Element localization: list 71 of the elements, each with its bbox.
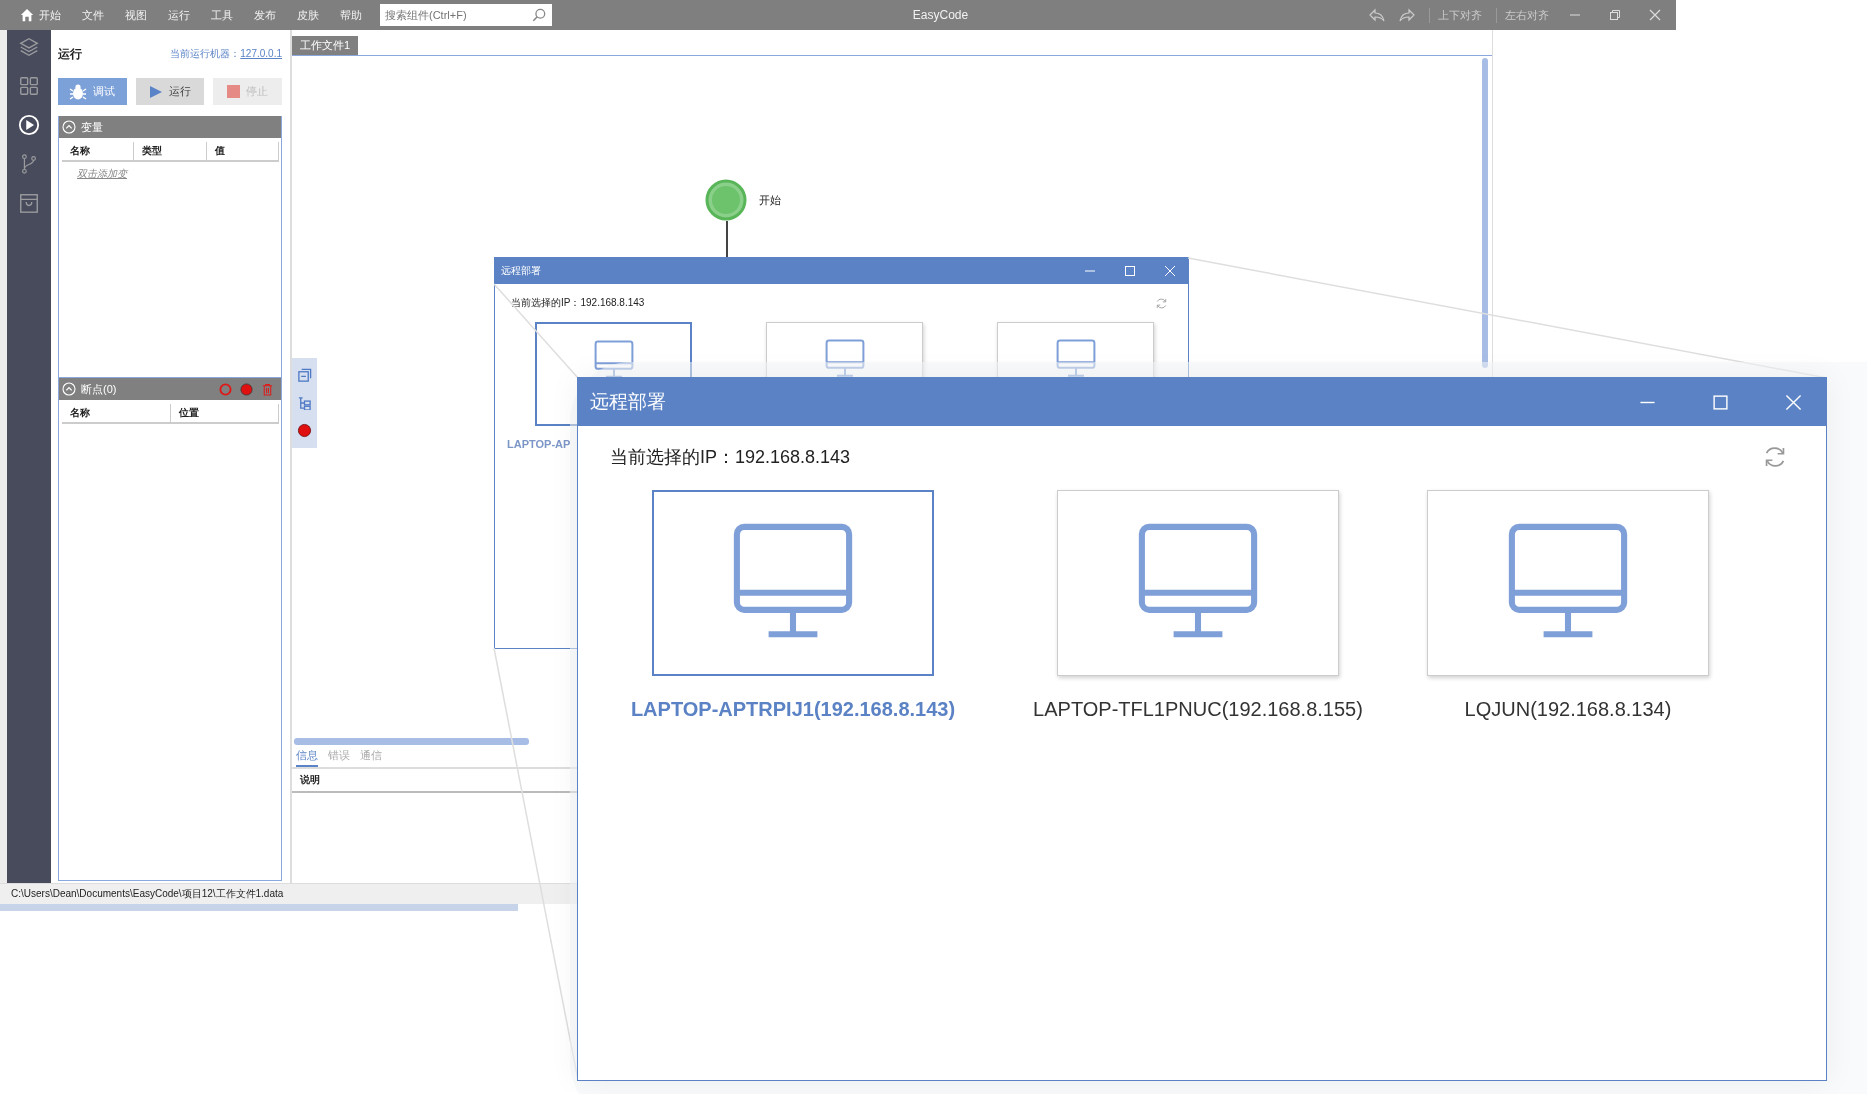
- stop-icon: [227, 85, 241, 98]
- play-icon[interactable]: [18, 114, 40, 136]
- dialog-title: 远程部署: [590, 390, 666, 414]
- refresh-icon[interactable]: [1155, 296, 1168, 310]
- device-name: LAPTOP-AP: [507, 438, 571, 450]
- column-header: 位置: [170, 404, 279, 422]
- column-header: 名称: [62, 404, 171, 422]
- collapse-icon[interactable]: [62, 382, 76, 396]
- menu-item[interactable]: 开始: [20, 7, 61, 23]
- menu-item[interactable]: 帮助: [340, 7, 362, 23]
- layers-icon[interactable]: [18, 36, 40, 58]
- start-node[interactable]: [705, 179, 747, 221]
- device-card[interactable]: [1057, 490, 1339, 676]
- section-title: 变量: [81, 119, 104, 135]
- machine-link[interactable]: 127.0.0.1: [240, 48, 282, 59]
- connector-line: [726, 221, 728, 257]
- output-tab[interactable]: 信息: [296, 748, 318, 767]
- menu-item[interactable]: 皮肤: [297, 7, 319, 23]
- selected-ip-label: 当前选择的IP：192.168.8.143: [511, 296, 645, 310]
- column-header: 名称: [62, 142, 135, 160]
- run-button[interactable]: 运行: [135, 78, 205, 105]
- selected-ip-label: 当前选择的IP：192.168.8.143: [610, 446, 851, 469]
- redo-icon[interactable]: [1399, 7, 1415, 23]
- scrollbar[interactable]: [0, 904, 518, 911]
- menu-item[interactable]: 发布: [254, 7, 276, 23]
- output-tab[interactable]: 错误: [328, 748, 350, 767]
- home-icon: [20, 8, 34, 22]
- monitor-icon: [1055, 339, 1096, 379]
- menu-item[interactable]: 文件: [82, 7, 104, 23]
- add-variable-hint[interactable]: 双击添加变: [59, 162, 281, 181]
- restore-icon[interactable]: [1609, 9, 1621, 21]
- column-header: 类型: [134, 142, 207, 160]
- menu-item[interactable]: 工具: [211, 7, 233, 23]
- monitor-icon: [824, 339, 865, 379]
- device-name: LAPTOP-APTRPIJ1(192.168.8.143): [630, 698, 956, 721]
- window-icon[interactable]: [297, 368, 312, 384]
- dialog-title: 远程部署: [501, 264, 541, 278]
- device-name: LAPTOP-TFL1PNUC(192.168.8.155): [1033, 698, 1363, 721]
- tree-icon[interactable]: [297, 395, 312, 411]
- window-title: EasyCode: [911, 8, 970, 22]
- toolbar-button[interactable]: 左右对齐: [1496, 7, 1549, 23]
- output-tab[interactable]: 通信: [360, 748, 382, 767]
- debug-button[interactable]: 调试: [58, 78, 127, 105]
- play-icon: [149, 84, 163, 99]
- bag-icon[interactable]: [18, 192, 40, 214]
- search-field[interactable]: 搜索组件(Ctrl+F): [380, 4, 552, 26]
- undo-icon[interactable]: [1369, 7, 1385, 23]
- section-title: 断点(0): [81, 381, 118, 397]
- search-icon: [532, 8, 546, 22]
- node-label: 开始: [759, 192, 781, 208]
- device-card[interactable]: [652, 490, 934, 676]
- monitor-icon: [593, 340, 634, 380]
- scrollbar[interactable]: [294, 738, 529, 745]
- maximize-icon[interactable]: [1124, 265, 1136, 277]
- bug-icon: [69, 82, 88, 101]
- machine-label: 当前运行机器：: [170, 48, 241, 59]
- close-icon[interactable]: [1649, 9, 1661, 21]
- maximize-icon[interactable]: [1712, 393, 1729, 411]
- menu-item[interactable]: 视图: [125, 7, 147, 23]
- editor-tab[interactable]: 工作文件1: [292, 36, 359, 55]
- column-header: 值: [206, 142, 279, 160]
- toolbar-button[interactable]: 上下对齐: [1429, 7, 1482, 23]
- device-card[interactable]: [1427, 490, 1709, 676]
- column-header: 说明: [299, 773, 320, 787]
- menu-item[interactable]: 运行: [168, 7, 190, 23]
- collapse-icon[interactable]: [62, 120, 76, 134]
- record-icon[interactable]: [297, 422, 312, 438]
- device-name: LQJUN(192.168.8.134): [1464, 698, 1672, 721]
- grid-icon[interactable]: [18, 75, 40, 97]
- scrollbar[interactable]: [1482, 58, 1488, 368]
- panel-title: 运行: [58, 45, 82, 63]
